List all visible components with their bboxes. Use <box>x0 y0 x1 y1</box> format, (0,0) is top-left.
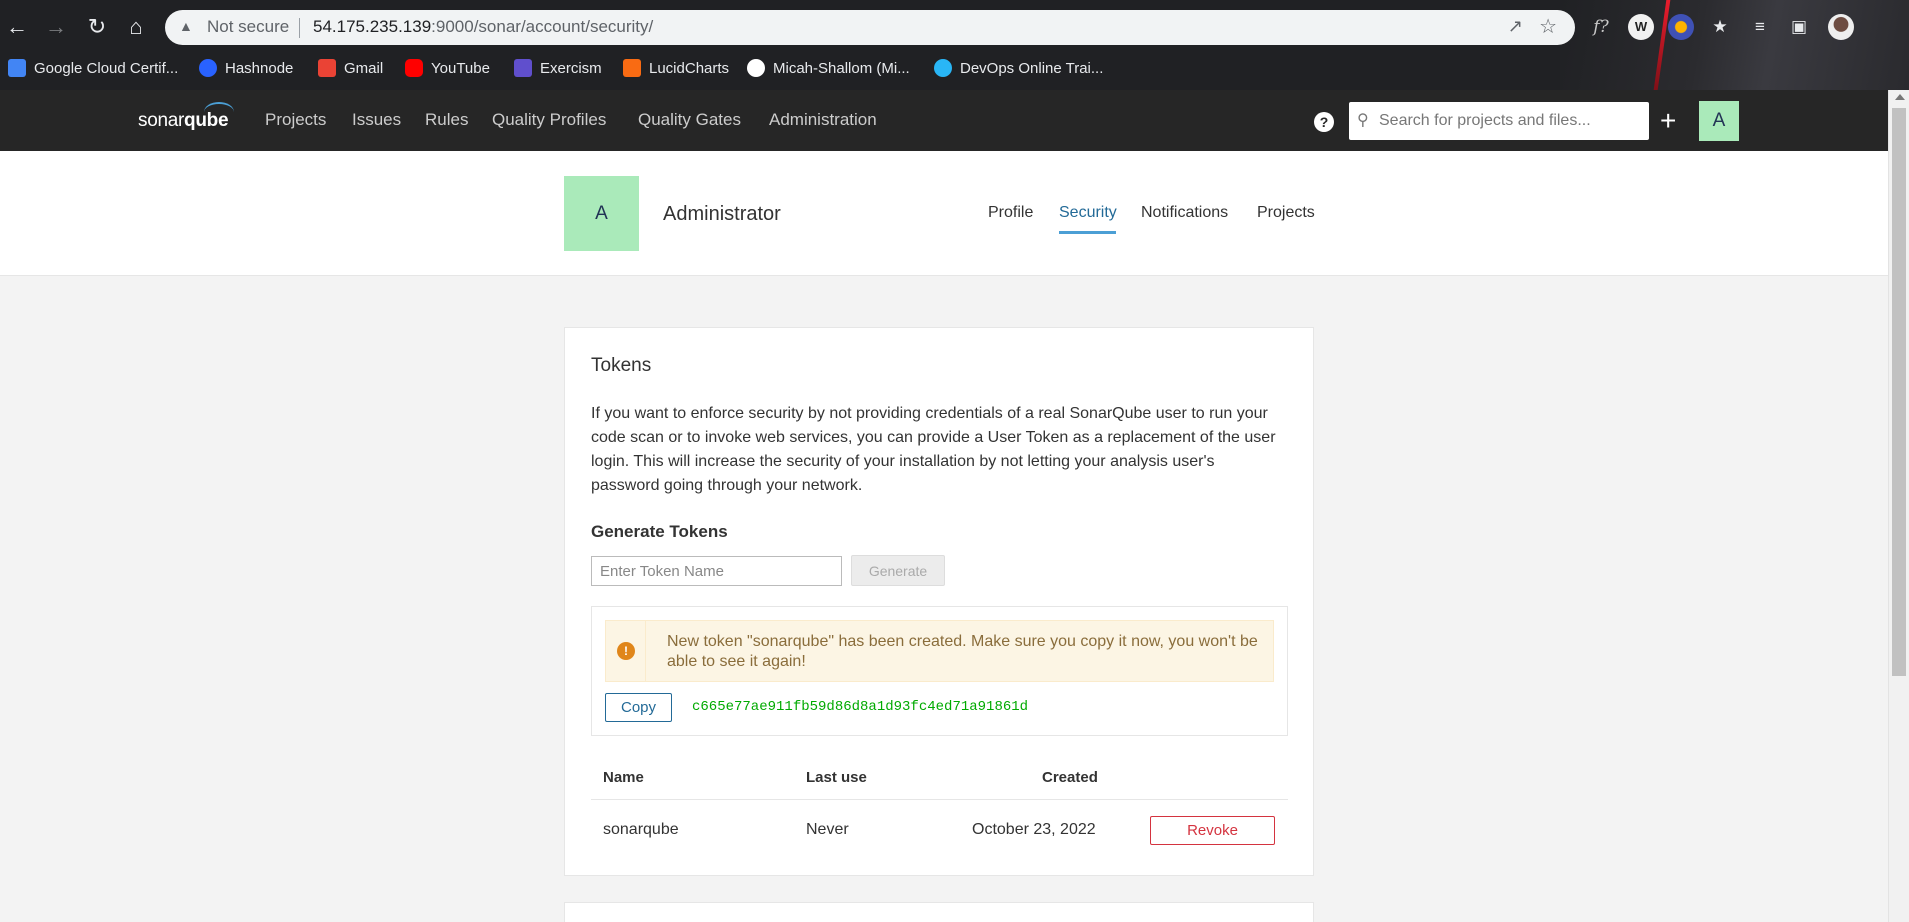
bookmark-star-icon[interactable]: ☆ <box>1539 14 1557 39</box>
bookmark-devops[interactable]: DevOps Online Trai... <box>934 56 1103 80</box>
sonarqube-logo[interactable]: sonarqube <box>138 102 234 132</box>
tab-security[interactable]: Security <box>1059 204 1117 222</box>
nav-quality-profiles[interactable]: Quality Profiles <box>492 110 606 130</box>
bookmark-label: YouTube <box>431 59 490 77</box>
copy-button[interactable]: Copy <box>605 693 672 722</box>
devops-eye-icon <box>934 59 952 77</box>
bookmark-label: LucidCharts <box>649 59 730 77</box>
bookmark-gmail[interactable]: Gmail <box>318 56 383 80</box>
generate-tokens-title: Generate Tokens <box>591 522 728 541</box>
tokens-title: Tokens <box>591 355 652 376</box>
logo-prefix: sonar <box>138 110 185 131</box>
generate-button[interactable]: Generate <box>851 555 945 586</box>
home-icon[interactable]: ⌂ <box>121 12 151 42</box>
warning-exclamation-icon: ! <box>617 642 635 660</box>
side-panel-icon[interactable]: ▣ <box>1786 14 1812 40</box>
bookmark-hashnode[interactable]: Hashnode <box>199 56 293 80</box>
search-icon: ⚲ <box>1357 112 1369 129</box>
nav-administration[interactable]: Administration <box>769 110 877 130</box>
exercism-icon <box>514 59 532 77</box>
active-tab-indicator <box>1059 231 1116 234</box>
column-header-name: Name <box>603 769 644 786</box>
new-token-panel: ! New token "sonarqube" has been created… <box>591 606 1288 736</box>
scroll-up-arrow-icon[interactable] <box>1895 94 1905 100</box>
tab-profile[interactable]: Profile <box>988 204 1033 222</box>
token-value: c665e77ae911fb59d86d8a1d93fc4ed71a91861d <box>692 699 1029 715</box>
bookmark-lucidcharts[interactable]: LucidCharts <box>623 56 729 80</box>
account-name: Administrator <box>663 203 781 225</box>
revoke-button[interactable]: Revoke <box>1150 816 1275 845</box>
w-extension-icon[interactable]: W <box>1628 14 1654 40</box>
bookmark-youtube[interactable]: YouTube <box>405 56 490 80</box>
nav-rules[interactable]: Rules <box>425 110 468 130</box>
forward-arrow-icon[interactable]: → <box>41 12 71 42</box>
bookmark-google-cloud[interactable]: Google Cloud Certif... <box>8 56 178 80</box>
column-header-last-use: Last use <box>806 769 867 786</box>
alert-message: New token "sonarqube" has been created. … <box>667 633 1258 670</box>
profile-avatar-icon[interactable] <box>1828 14 1854 40</box>
puzzle-extensions-icon[interactable]: ★ <box>1707 14 1733 40</box>
lucidcharts-icon <box>623 59 641 77</box>
bookmark-exercism[interactable]: Exercism <box>514 56 602 80</box>
reading-list-icon[interactable]: ≡ <box>1747 14 1773 40</box>
f-extension-icon[interactable]: f? <box>1588 14 1614 40</box>
user-avatar[interactable]: A <box>1699 101 1739 141</box>
bookmark-label: Google Cloud Certif... <box>34 59 179 77</box>
bookmarks-bar: Google Cloud Certif... Hashnode Gmail Yo… <box>0 52 1909 82</box>
search-input[interactable] <box>1379 110 1639 132</box>
bookmark-github[interactable]: Micah-Shallom (Mi... <box>747 56 910 80</box>
hashnode-icon <box>199 59 217 77</box>
token-created-alert: ! New token "sonarqube" has been created… <box>605 620 1274 682</box>
warning-triangle-icon: ▲ <box>179 18 193 34</box>
nav-projects[interactable]: Projects <box>265 110 326 130</box>
tokens-description: If you want to enforce security by not p… <box>591 405 1276 494</box>
next-card <box>564 902 1314 922</box>
bookmark-label: Micah-Shallom (Mi... <box>773 59 910 77</box>
bookmark-label: Exercism <box>540 59 602 77</box>
address-bar[interactable]: ▲ Not secure 54.175.235.139:9000/sonar/a… <box>165 10 1575 45</box>
account-header: A Administrator Profile Security Notific… <box>0 151 1888 276</box>
address-separator <box>299 18 300 38</box>
token-name-cell: sonarqube <box>603 821 679 838</box>
create-plus-icon[interactable]: + <box>1660 106 1676 136</box>
gmail-icon <box>318 59 336 77</box>
nav-issues[interactable]: Issues <box>352 110 401 130</box>
back-arrow-icon[interactable]: ← <box>2 12 32 42</box>
tab-notifications[interactable]: Notifications <box>1141 204 1228 222</box>
global-search[interactable]: ⚲ <box>1349 102 1649 140</box>
url-path: :9000/sonar/account/security/ <box>431 17 654 36</box>
page-scrollbar[interactable] <box>1888 90 1909 922</box>
share-icon[interactable]: ↗ <box>1508 16 1523 37</box>
nav-quality-gates[interactable]: Quality Gates <box>638 110 741 130</box>
bookmark-label: Hashnode <box>225 59 294 77</box>
youtube-icon <box>405 59 423 77</box>
token-last-use-cell: Never <box>806 821 849 838</box>
account-avatar: A <box>564 176 639 251</box>
bookmark-label: DevOps Online Trai... <box>960 59 1104 77</box>
security-indicator[interactable]: Not secure <box>207 17 289 37</box>
reload-icon[interactable]: ↻ <box>82 12 112 42</box>
browser-chrome: ← → ↻ ⌂ ▲ Not secure 54.175.235.139:9000… <box>0 0 1909 90</box>
url-host: 54.175.235.139 <box>313 17 432 36</box>
token-created-cell: October 23, 2022 <box>972 821 1096 838</box>
tab-projects[interactable]: Projects <box>1257 204 1315 222</box>
column-header-created: Created <box>1042 769 1098 786</box>
url-text[interactable]: 54.175.235.139:9000/sonar/account/securi… <box>313 17 653 37</box>
token-name-input[interactable] <box>591 556 842 586</box>
tokens-card: Tokens If you want to enforce security b… <box>564 327 1314 876</box>
google-cloud-icon <box>8 59 26 77</box>
scroll-thumb[interactable] <box>1892 108 1906 676</box>
github-icon <box>747 59 765 77</box>
table-divider <box>591 799 1288 800</box>
help-icon[interactable]: ? <box>1314 112 1334 132</box>
bookmark-label: Gmail <box>344 59 384 77</box>
colorful-extension-icon[interactable] <box>1668 14 1694 40</box>
alert-icon-column: ! <box>606 621 646 681</box>
logo-wave-icon <box>204 102 234 122</box>
